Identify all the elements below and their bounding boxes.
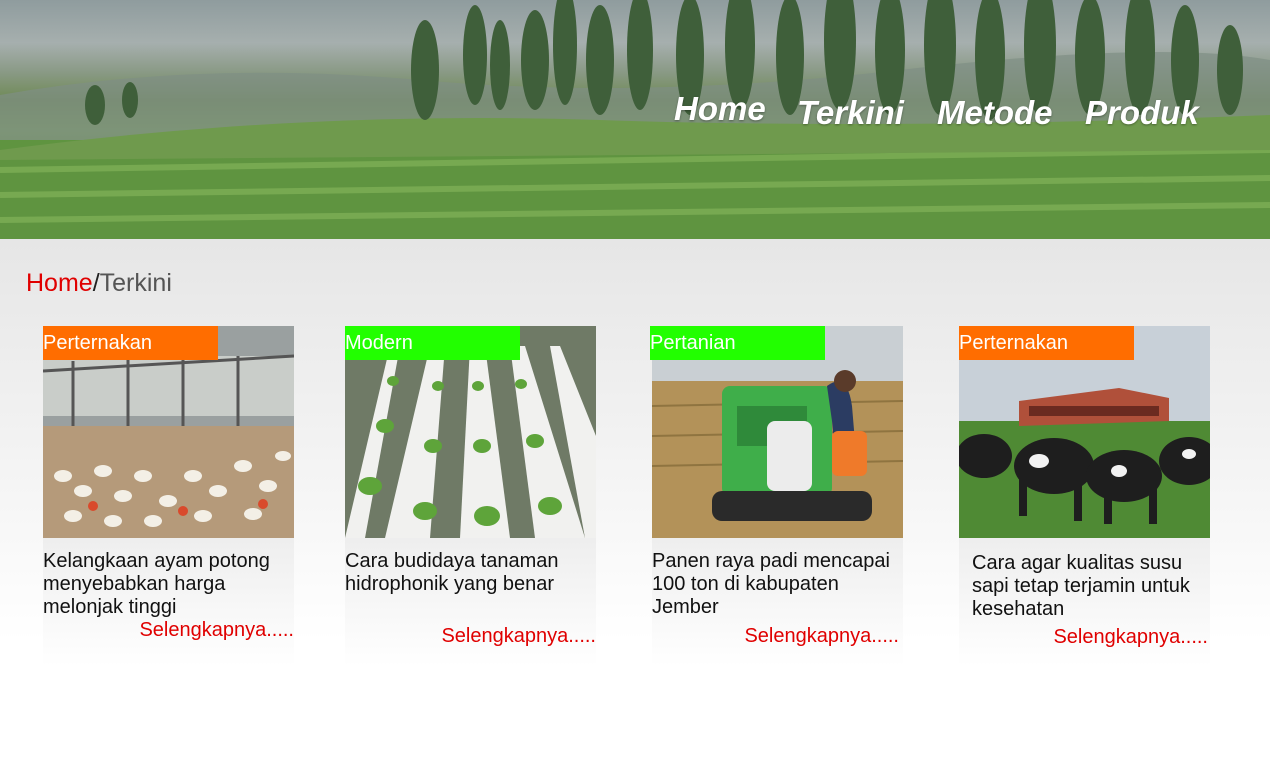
main-content: Home/Terkini Perternakan Kelangkaan ayam… [0, 239, 1270, 776]
category-tag: Perternakan [959, 326, 1134, 360]
nav-metode-link[interactable]: Metode [937, 94, 1053, 132]
article-card[interactable]: Pertanian Panen raya padi mencapai 100 t… [650, 326, 903, 666]
article-card[interactable]: Modern Cara budidaya tanaman hidrophonik… [345, 326, 596, 666]
nav-home-link[interactable]: Home [674, 90, 766, 128]
article-title: Panen raya padi mencapai 100 ton di kabu… [652, 550, 890, 618]
breadcrumb-current: Terkini [99, 269, 172, 297]
article-card[interactable]: Perternakan Kelangkaan ayam potong menye… [43, 326, 294, 666]
header-banner: Home Terkini Metode Produk [0, 0, 1270, 239]
article-card[interactable]: Perternakan Cara agar kualitas susu sapi… [959, 326, 1210, 666]
category-tag: Pertanian [650, 326, 825, 360]
nav-terkini-link[interactable]: Terkini [797, 94, 904, 132]
breadcrumb-home-link[interactable]: Home [26, 269, 93, 297]
read-more-link[interactable]: Selengkapnya..... [1053, 626, 1208, 649]
category-tag: Modern [345, 326, 520, 360]
article-title: Cara agar kualitas susu sapi tetap terja… [972, 552, 1190, 620]
article-title: Kelangkaan ayam potong menyebabkan harga… [43, 550, 270, 618]
breadcrumb-separator: / [92, 269, 100, 297]
read-more-link[interactable]: Selengkapnya..... [139, 619, 294, 642]
breadcrumb: Home/Terkini [26, 269, 172, 298]
category-tag: Perternakan [43, 326, 218, 360]
nav-produk-link[interactable]: Produk [1085, 94, 1199, 132]
main-nav: Home Terkini Metode Produk [0, 0, 1270, 239]
read-more-link[interactable]: Selengkapnya..... [441, 625, 596, 648]
article-title: Cara budidaya tanaman hidrophonik yang b… [345, 550, 559, 595]
read-more-link[interactable]: Selengkapnya..... [744, 625, 899, 648]
